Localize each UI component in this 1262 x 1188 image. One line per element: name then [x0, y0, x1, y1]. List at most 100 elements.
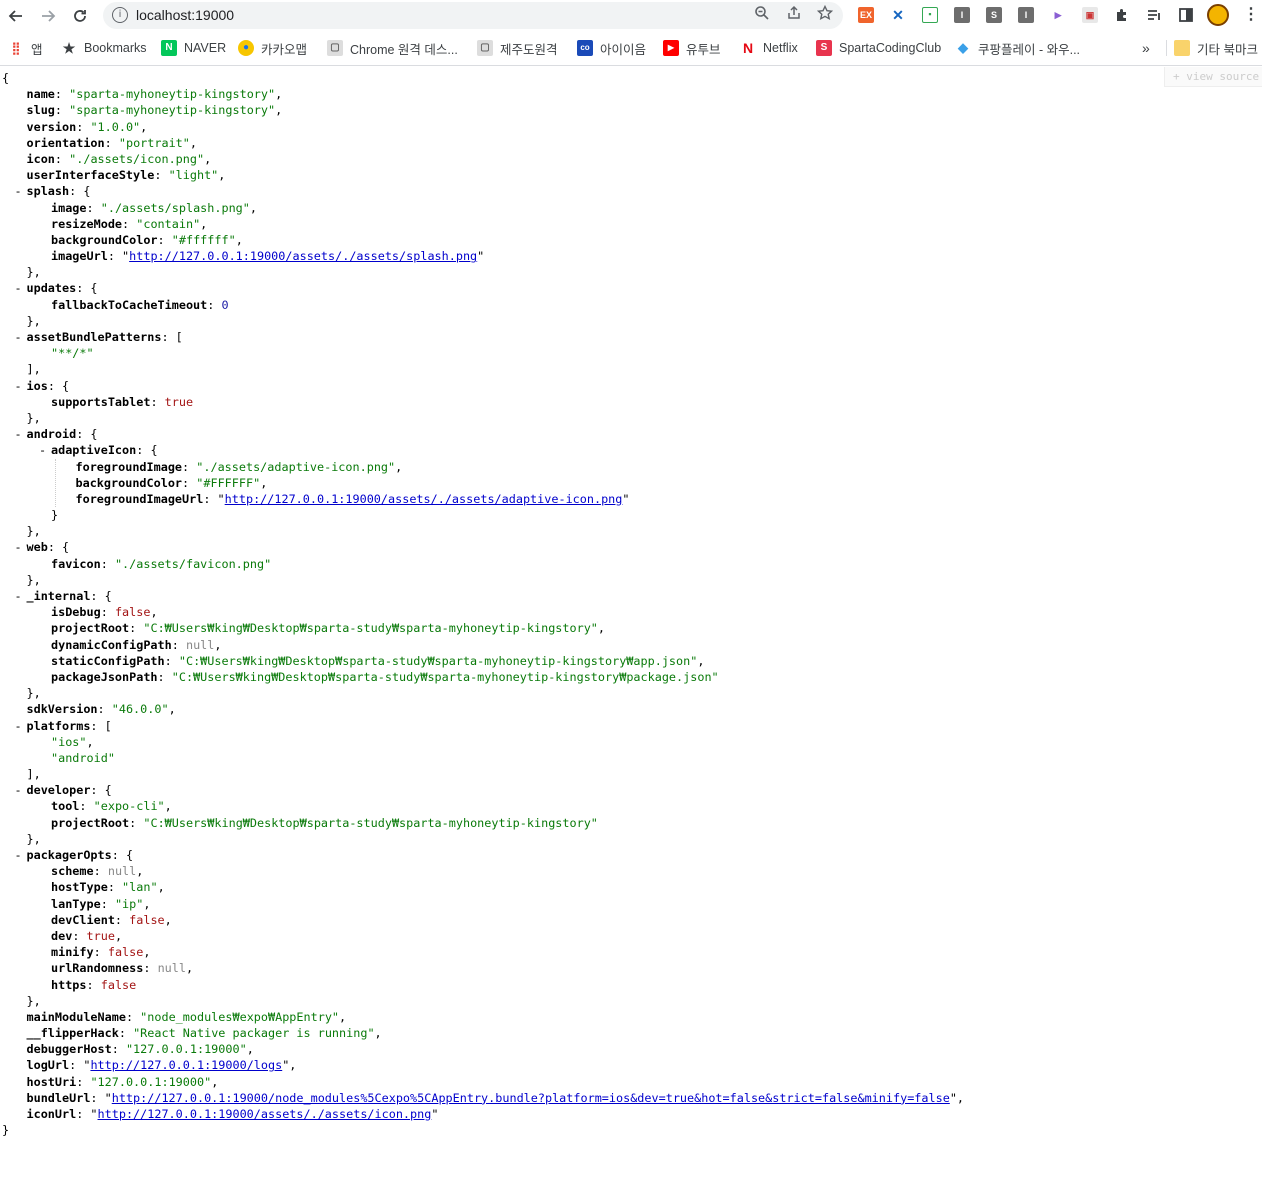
json-link[interactable]: http://127.0.0.1:19000/assets/./assets/i… — [98, 1107, 432, 1121]
json-string-value: "#ffffff" — [171, 232, 236, 247]
bookmark-netflix[interactable]: N Netflix — [740, 38, 798, 58]
bookmarks-overflow-chevron[interactable]: » — [1142, 38, 1150, 58]
back-arrow-icon[interactable] — [4, 4, 28, 28]
share-icon[interactable] — [783, 5, 805, 27]
json-link[interactable]: http://127.0.0.1:19000/assets/./assets/s… — [129, 249, 477, 263]
json-line: "ios", — [0, 734, 964, 750]
collapse-toggle-icon[interactable]: - — [15, 782, 22, 798]
extension-i2-icon[interactable]: I — [1018, 7, 1034, 23]
json-punctuation: : [ — [161, 330, 183, 344]
extension-vscode-icon[interactable]: ✕ — [890, 7, 906, 23]
json-key: sdkVersion — [26, 702, 98, 717]
bookmark-aiieum[interactable]: co 아이이음 — [577, 38, 646, 58]
json-link[interactable]: http://127.0.0.1:19000/logs — [90, 1058, 282, 1072]
json-line: - updates: { — [0, 280, 964, 296]
json-line: foregroundImageUrl: "http://127.0.0.1:19… — [0, 491, 964, 507]
json-line: - adaptiveIcon: { — [0, 442, 964, 458]
json-punctuation: : — [93, 945, 108, 960]
bookmark-naver[interactable]: N NAVER — [161, 38, 226, 58]
json-punctuation: : — [104, 135, 119, 150]
json-punctuation: : { — [76, 281, 98, 296]
site-info-icon[interactable]: i — [112, 7, 128, 23]
json-line: "android" — [0, 750, 964, 766]
collapse-toggle-icon[interactable]: - — [15, 183, 22, 199]
star-icon: ★ — [62, 40, 76, 56]
extension-s-icon[interactable]: S — [986, 7, 1002, 23]
json-link[interactable]: http://127.0.0.1:19000/assets/./assets/a… — [225, 492, 623, 506]
profile-avatar[interactable] — [1207, 4, 1229, 26]
browser-menu-icon[interactable]: ⋮ — [1243, 7, 1259, 23]
extension-i-icon[interactable]: I — [954, 7, 970, 23]
collapse-toggle-icon[interactable]: - — [15, 588, 22, 604]
json-punctuation: , — [249, 200, 257, 215]
bookmark-apps[interactable]: ⣿ 앱 — [8, 38, 43, 58]
collapse-toggle-icon[interactable]: - — [39, 442, 46, 458]
collapse-toggle-icon[interactable]: - — [15, 718, 22, 734]
json-punctuation: }, — [26, 410, 41, 425]
json-string-value: "portrait" — [118, 135, 190, 150]
reload-icon[interactable] — [68, 4, 92, 28]
json-line: }, — [0, 993, 964, 1009]
json-punctuation: : { — [76, 427, 98, 442]
json-line: }, — [0, 685, 964, 701]
json-punctuation: : — [54, 151, 70, 166]
collapse-toggle-icon[interactable]: - — [15, 847, 22, 863]
extension-ex-icon[interactable]: EX — [858, 7, 874, 23]
json-punctuation: }, — [26, 572, 41, 587]
bookmark-other-folder[interactable]: 기타 북마크 — [1166, 38, 1258, 58]
json-punctuation: : — [79, 799, 94, 814]
json-key: foregroundImageUrl — [75, 491, 204, 506]
bookmark-spartacodingclub[interactable]: S SpartaCodingClub — [816, 38, 941, 58]
reading-list-icon[interactable] — [1146, 7, 1162, 23]
json-boolean-value: true — [86, 928, 115, 943]
json-boolean-value: false — [107, 945, 144, 960]
bookmark-coupangplay[interactable]: ◆ 쿠팡플레이 - 와우... — [955, 38, 1080, 58]
json-punctuation: : — [125, 1009, 141, 1024]
bookmark-bookmarks[interactable]: ★ Bookmarks — [61, 38, 147, 58]
bookmark-chrome-remote[interactable]: ▢ Chrome 원격 데스... — [327, 38, 458, 58]
address-bar[interactable]: i localhost:19000 — [103, 2, 843, 29]
collapse-toggle-icon[interactable]: - — [15, 539, 22, 555]
remote-desktop-icon: ▢ — [477, 40, 493, 56]
json-punctuation: : — [97, 702, 112, 717]
json-line: backgroundColor: "#FFFFFF", — [0, 475, 964, 491]
bookmark-jeju-remote[interactable]: ▢ 제주도원격 — [477, 38, 558, 58]
collapse-toggle-icon[interactable]: - — [15, 329, 22, 345]
extensions-puzzle-icon[interactable] — [1114, 7, 1130, 23]
json-boolean-value: true — [164, 394, 194, 409]
json-line: - android: { — [0, 426, 964, 442]
json-null-value: null — [107, 864, 137, 879]
json-line: slug: "sparta-myhoneytip-kingstory", — [0, 102, 964, 118]
json-string-value: "android" — [51, 750, 115, 765]
forward-arrow-icon[interactable] — [36, 4, 60, 28]
json-punctuation: : — [157, 669, 172, 684]
json-key: assetBundlePatterns — [26, 330, 162, 344]
bookmark-kakaomap[interactable]: ● 카카오맵 — [238, 38, 307, 58]
json-punctuation: }, — [26, 265, 41, 280]
json-key: projectRoot — [51, 621, 130, 636]
coupangplay-icon: ◆ — [955, 40, 971, 56]
json-line: userInterfaceStyle: "light", — [0, 167, 964, 183]
json-punctuation: , — [211, 1074, 219, 1089]
json-key: imageUrl — [51, 249, 108, 264]
json-punctuation: : { — [69, 184, 91, 199]
bookmark-star-icon[interactable] — [814, 4, 836, 27]
json-line: - assetBundlePatterns: [ — [0, 329, 964, 345]
zoom-icon[interactable] — [751, 5, 773, 27]
json-line: __flipperHack: "React Native packager is… — [0, 1025, 964, 1041]
json-link[interactable]: http://127.0.0.1:19000/node_modules%5Cex… — [112, 1091, 950, 1105]
bookmark-youtube[interactable]: ▶ 유투브 — [663, 38, 721, 58]
extension-screen-icon[interactable]: ▪ — [922, 7, 938, 23]
extension-remote-icon[interactable]: ▣ — [1082, 7, 1098, 23]
json-key: logUrl — [26, 1058, 70, 1073]
side-panel-icon[interactable] — [1178, 7, 1194, 23]
collapse-toggle-icon[interactable]: - — [15, 378, 22, 394]
json-punctuation: , — [374, 1026, 382, 1041]
json-punctuation: , — [218, 168, 226, 183]
json-boolean-value: false — [114, 605, 151, 620]
collapse-toggle-icon[interactable]: - — [15, 280, 22, 296]
collapse-toggle-icon[interactable]: - — [15, 426, 22, 442]
view-source-toggle[interactable]: + view source — [1164, 67, 1262, 87]
extension-cursor-icon[interactable]: ▸ — [1050, 7, 1066, 23]
address-url[interactable]: localhost:19000 — [136, 7, 234, 23]
